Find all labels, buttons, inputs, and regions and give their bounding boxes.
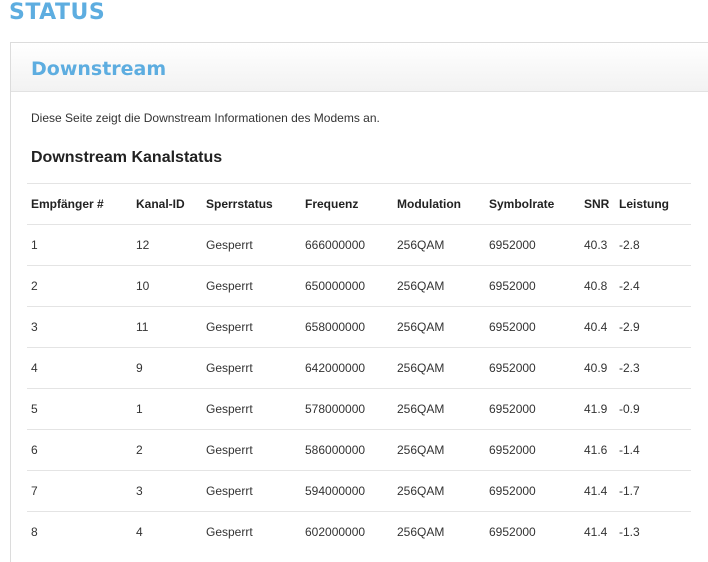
cell-symbolrate: 6952000 — [485, 347, 580, 389]
cell-frequenz: 650000000 — [301, 265, 393, 307]
section-title: Downstream Kanalstatus — [31, 149, 223, 166]
cell-empfaenger: 3 — [27, 306, 132, 348]
cell-sperrstatus: Gesperrt — [202, 224, 301, 266]
cell-kanal-id: 12 — [132, 224, 202, 266]
cell-leistung: -1.7 — [615, 470, 691, 512]
cell-leistung: -2.9 — [615, 306, 691, 348]
cell-modulation: 256QAM — [393, 347, 485, 389]
cell-snr: 41.4 — [580, 511, 615, 552]
cell-modulation: 256QAM — [393, 265, 485, 307]
col-header-frequenz: Frequenz — [301, 183, 393, 225]
cell-empfaenger: 6 — [27, 429, 132, 471]
cell-sperrstatus: Gesperrt — [202, 347, 301, 389]
cell-frequenz: 602000000 — [301, 511, 393, 552]
cell-snr: 41.4 — [580, 470, 615, 512]
table-row: 1 12 Gesperrt 666000000 256QAM 6952000 4… — [27, 224, 691, 266]
cell-modulation: 256QAM — [393, 470, 485, 512]
cell-sperrstatus: Gesperrt — [202, 470, 301, 512]
cell-kanal-id: 4 — [132, 511, 202, 552]
table-row: 6 2 Gesperrt 586000000 256QAM 6952000 41… — [27, 429, 691, 471]
cell-snr: 40.3 — [580, 224, 615, 266]
cell-leistung: -2.4 — [615, 265, 691, 307]
cell-modulation: 256QAM — [393, 429, 485, 471]
col-header-empfaenger: Empfänger # — [27, 183, 132, 225]
cell-empfaenger: 1 — [27, 224, 132, 266]
cell-sperrstatus: Gesperrt — [202, 388, 301, 430]
cell-symbolrate: 6952000 — [485, 224, 580, 266]
cell-frequenz: 586000000 — [301, 429, 393, 471]
cell-snr: 40.8 — [580, 265, 615, 307]
cell-modulation: 256QAM — [393, 306, 485, 348]
table-row: 2 10 Gesperrt 650000000 256QAM 6952000 4… — [27, 265, 691, 307]
col-header-snr: SNR — [580, 183, 615, 225]
cell-modulation: 256QAM — [393, 224, 485, 266]
col-header-leistung: Leistung — [615, 183, 691, 225]
panel-description: Diese Seite zeigt die Downstream Informa… — [31, 111, 380, 125]
cell-frequenz: 642000000 — [301, 347, 393, 389]
cell-modulation: 256QAM — [393, 511, 485, 552]
cell-empfaenger: 2 — [27, 265, 132, 307]
cell-kanal-id: 9 — [132, 347, 202, 389]
cell-symbolrate: 6952000 — [485, 388, 580, 430]
cell-empfaenger: 7 — [27, 470, 132, 512]
cell-leistung: -2.3 — [615, 347, 691, 389]
table-row: 7 3 Gesperrt 594000000 256QAM 6952000 41… — [27, 470, 691, 512]
cell-leistung: -1.3 — [615, 511, 691, 552]
cell-leistung: -1.4 — [615, 429, 691, 471]
cell-frequenz: 658000000 — [301, 306, 393, 348]
cell-empfaenger: 5 — [27, 388, 132, 430]
cell-snr: 41.6 — [580, 429, 615, 471]
cell-kanal-id: 10 — [132, 265, 202, 307]
cell-symbolrate: 6952000 — [485, 470, 580, 512]
cell-symbolrate: 6952000 — [485, 265, 580, 307]
col-header-kanal-id: Kanal-ID — [132, 183, 202, 225]
cell-symbolrate: 6952000 — [485, 429, 580, 471]
downstream-channel-table: Empfänger # Kanal-ID Sperrstatus Frequen… — [27, 183, 691, 552]
cell-sperrstatus: Gesperrt — [202, 306, 301, 348]
cell-snr: 41.9 — [580, 388, 615, 430]
table-header-row: Empfänger # Kanal-ID Sperrstatus Frequen… — [27, 183, 691, 225]
cell-symbolrate: 6952000 — [485, 306, 580, 348]
cell-frequenz: 666000000 — [301, 224, 393, 266]
cell-leistung: -2.8 — [615, 224, 691, 266]
cell-leistung: -0.9 — [615, 388, 691, 430]
page-title: STATUS — [9, 0, 106, 25]
panel-header: Downstream — [11, 43, 708, 92]
cell-sperrstatus: Gesperrt — [202, 429, 301, 471]
col-header-symbolrate: Symbolrate — [485, 183, 580, 225]
cell-empfaenger: 4 — [27, 347, 132, 389]
col-header-modulation: Modulation — [393, 183, 485, 225]
cell-sperrstatus: Gesperrt — [202, 511, 301, 552]
cell-modulation: 256QAM — [393, 388, 485, 430]
cell-kanal-id: 1 — [132, 388, 202, 430]
cell-symbolrate: 6952000 — [485, 511, 580, 552]
cell-sperrstatus: Gesperrt — [202, 265, 301, 307]
cell-snr: 40.4 — [580, 306, 615, 348]
table-row: 5 1 Gesperrt 578000000 256QAM 6952000 41… — [27, 388, 691, 430]
cell-frequenz: 578000000 — [301, 388, 393, 430]
cell-empfaenger: 8 — [27, 511, 132, 552]
table-row: 8 4 Gesperrt 602000000 256QAM 6952000 41… — [27, 511, 691, 552]
cell-frequenz: 594000000 — [301, 470, 393, 512]
panel-title: Downstream — [31, 58, 167, 80]
cell-kanal-id: 2 — [132, 429, 202, 471]
table-row: 4 9 Gesperrt 642000000 256QAM 6952000 40… — [27, 347, 691, 389]
col-header-sperrstatus: Sperrstatus — [202, 183, 301, 225]
cell-kanal-id: 11 — [132, 306, 202, 348]
cell-kanal-id: 3 — [132, 470, 202, 512]
cell-snr: 40.9 — [580, 347, 615, 389]
table-row: 3 11 Gesperrt 658000000 256QAM 6952000 4… — [27, 306, 691, 348]
